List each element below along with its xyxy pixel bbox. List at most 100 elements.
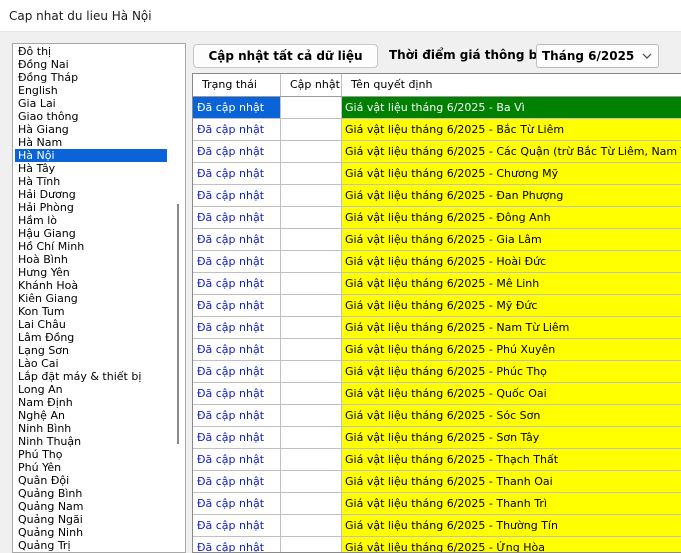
province-list-item[interactable]: Quảng Ninh [15, 526, 167, 539]
table-row[interactable]: Đã cập nhật Giá vật liệu tháng 6/2025 - Q… [193, 383, 681, 405]
decision-name-cell[interactable]: Giá vật liệu tháng 6/2025 - Hoài Đức [342, 251, 681, 273]
decision-name-cell[interactable]: Giá vật liệu tháng 6/2025 - Sơn Tây [342, 427, 681, 449]
status-cell[interactable]: Đã cập nhật [193, 295, 281, 317]
province-list-item[interactable]: Đô thị [15, 45, 167, 58]
status-cell[interactable]: Đã cập nhật [193, 471, 281, 493]
province-list-item[interactable]: Kon Tum [15, 305, 167, 318]
decision-name-cell[interactable]: Giá vật liệu tháng 6/2025 - Phú Xuyên [342, 339, 681, 361]
update-cell[interactable] [281, 515, 342, 537]
decision-name-cell[interactable]: Giá vật liệu tháng 6/2025 - Mê Linh [342, 273, 681, 295]
province-list-item[interactable]: Hà Nội [15, 149, 167, 162]
decision-name-cell[interactable]: Giá vật liệu tháng 6/2025 - Chương Mỹ [342, 163, 681, 185]
table-row[interactable]: Đã cập nhật Giá vật liệu tháng 6/2025 - N… [193, 317, 681, 339]
update-cell[interactable] [281, 405, 342, 427]
update-cell[interactable] [281, 229, 342, 251]
decision-name-cell[interactable]: Giá vật liệu tháng 6/2025 - Sóc Sơn [342, 405, 681, 427]
province-list-item[interactable]: Hà Tĩnh [15, 175, 167, 188]
table-row[interactable]: Đã cập nhật Giá vật liệu tháng 6/2025 - T… [193, 449, 681, 471]
province-list-item[interactable]: Quảng Trị [15, 539, 167, 552]
province-list-item[interactable]: Hậu Giang [15, 227, 167, 240]
province-list-scrollbar[interactable] [171, 44, 185, 552]
header-update[interactable]: Cập nhật [281, 74, 342, 96]
province-list-item[interactable]: Hồ Chí Minh [15, 240, 167, 253]
decision-name-cell[interactable]: Giá vật liệu tháng 6/2025 - Thanh Trì [342, 493, 681, 515]
decision-name-cell[interactable]: Giá vật liệu tháng 6/2025 - Thường Tín [342, 515, 681, 537]
table-row[interactable]: Đã cập nhật Giá vật liệu tháng 6/2025 - M… [193, 273, 681, 295]
table-row[interactable]: Đã cập nhật Giá vật liệu tháng 6/2025 - P… [193, 339, 681, 361]
province-list-item[interactable]: Quảng Ngãi [15, 513, 167, 526]
update-cell[interactable] [281, 317, 342, 339]
update-cell[interactable] [281, 295, 342, 317]
status-cell[interactable]: Đã cập nhật [193, 163, 281, 185]
province-list-item[interactable]: Kiên Giang [15, 292, 167, 305]
status-cell[interactable]: Đã cập nhật [193, 119, 281, 141]
province-list-item[interactable]: Ninh Bình [15, 422, 167, 435]
update-cell[interactable] [281, 273, 342, 295]
decision-name-cell[interactable]: Giá vật liệu tháng 6/2025 - Ứng Hòa [342, 537, 681, 552]
status-cell[interactable]: Đã cập nhật [193, 493, 281, 515]
province-list-item[interactable]: Lâm Đồng [15, 331, 167, 344]
province-list-item[interactable]: Hà Tây [15, 162, 167, 175]
update-cell[interactable] [281, 339, 342, 361]
province-list-item[interactable]: Nghệ An [15, 409, 167, 422]
table-row[interactable]: Đã cập nhật Giá vật liệu tháng 6/2025 - T… [193, 493, 681, 515]
province-list-item[interactable]: Phú Thọ [15, 448, 167, 461]
decision-name-cell[interactable]: Giá vật liệu tháng 6/2025 - Đan Phượng [342, 185, 681, 207]
decision-grid[interactable]: Trạng thái Cập nhật Tên quyết định Đã cậ… [192, 73, 681, 553]
decision-name-cell[interactable]: Giá vật liệu tháng 6/2025 - Nam Từ Liêm [342, 317, 681, 339]
update-all-button[interactable]: Cập nhật tất cả dữ liệu [193, 44, 378, 68]
table-row[interactable]: Đã cập nhật Giá vật liệu tháng 6/2025 - T… [193, 471, 681, 493]
update-cell[interactable] [281, 97, 342, 119]
status-cell[interactable]: Đã cập nhật [193, 185, 281, 207]
province-list-item[interactable]: Lắp đặt máy & thiết bị [15, 370, 167, 383]
header-status[interactable]: Trạng thái [193, 74, 281, 96]
decision-name-cell[interactable]: Giá vật liệu tháng 6/2025 - Thạch Thất [342, 449, 681, 471]
update-cell[interactable] [281, 449, 342, 471]
status-cell[interactable]: Đã cập nhật [193, 339, 281, 361]
update-cell[interactable] [281, 537, 342, 552]
status-cell[interactable]: Đã cập nhật [193, 251, 281, 273]
province-list-item[interactable]: Long An [15, 383, 167, 396]
table-row[interactable]: Đã cập nhật Giá vật liệu tháng 6/2025 - S… [193, 427, 681, 449]
update-cell[interactable] [281, 427, 342, 449]
province-list-item[interactable]: Phú Yên [15, 461, 167, 474]
status-cell[interactable]: Đã cập nhật [193, 273, 281, 295]
province-list-item[interactable]: Hải Dương [15, 188, 167, 201]
header-name[interactable]: Tên quyết định [342, 74, 681, 96]
table-row[interactable]: Đã cập nhật Giá vật liệu tháng 6/2025 - M… [193, 295, 681, 317]
province-list[interactable]: Đô thị Đồng Nai Đồng Tháp English Gia Lai Gia… [15, 45, 167, 552]
decision-name-cell[interactable]: Giá vật liệu tháng 6/2025 - Bắc Từ Liêm [342, 119, 681, 141]
update-cell[interactable] [281, 119, 342, 141]
month-select[interactable]: Tháng 6/2025 [536, 44, 659, 68]
decision-name-cell[interactable]: Giá vật liệu tháng 6/2025 - Gia Lâm [342, 229, 681, 251]
decision-name-cell[interactable]: Giá vật liệu tháng 6/2025 - Thanh Oai [342, 471, 681, 493]
province-list-item[interactable]: Hưng Yên [15, 266, 167, 279]
table-row[interactable]: Đã cập nhật Giá vật liệu tháng 6/2025 - B… [193, 119, 681, 141]
province-list-item[interactable]: Lai Châu [15, 318, 167, 331]
province-list-item[interactable]: Đồng Nai [15, 58, 167, 71]
scrollbar-thumb[interactable] [177, 204, 179, 444]
update-cell[interactable] [281, 493, 342, 515]
province-list-item[interactable]: Quảng Nam [15, 500, 167, 513]
update-cell[interactable] [281, 185, 342, 207]
province-list-item[interactable]: Đồng Tháp [15, 71, 167, 84]
province-list-item[interactable]: Nam Định [15, 396, 167, 409]
table-row[interactable]: Đã cập nhật Giá vật liệu tháng 6/2025 - H… [193, 251, 681, 273]
status-cell[interactable]: Đã cập nhật [193, 449, 281, 471]
status-cell[interactable]: Đã cập nhật [193, 317, 281, 339]
status-cell[interactable]: Đã cập nhật [193, 427, 281, 449]
decision-name-cell[interactable]: Giá vật liệu tháng 6/2025 - Đông Anh [342, 207, 681, 229]
decision-name-cell[interactable]: Giá vật liệu tháng 6/2025 - Mỹ Đức [342, 295, 681, 317]
table-row[interactable]: Đã cập nhật Giá vật liệu tháng 6/2025 - Đ… [193, 185, 681, 207]
status-cell[interactable]: Đã cập nhật [193, 361, 281, 383]
province-list-item[interactable]: Hải Phòng [15, 201, 167, 214]
province-list-item[interactable]: Hoà Bình [15, 253, 167, 266]
update-cell[interactable] [281, 141, 342, 163]
province-list-item[interactable]: Hà Giang [15, 123, 167, 136]
status-cell[interactable]: Đã cập nhật [193, 229, 281, 251]
table-row[interactable]: Đã cập nhật Giá vật liệu tháng 6/2025 - S… [193, 405, 681, 427]
table-row[interactable]: Đã cập nhật Giá vật liệu tháng 6/2025 - G… [193, 229, 681, 251]
province-list-item[interactable]: English [15, 84, 167, 97]
update-cell[interactable] [281, 251, 342, 273]
table-row[interactable]: Đã cập nhật Giá vật liệu tháng 6/2025 - B… [193, 97, 681, 119]
